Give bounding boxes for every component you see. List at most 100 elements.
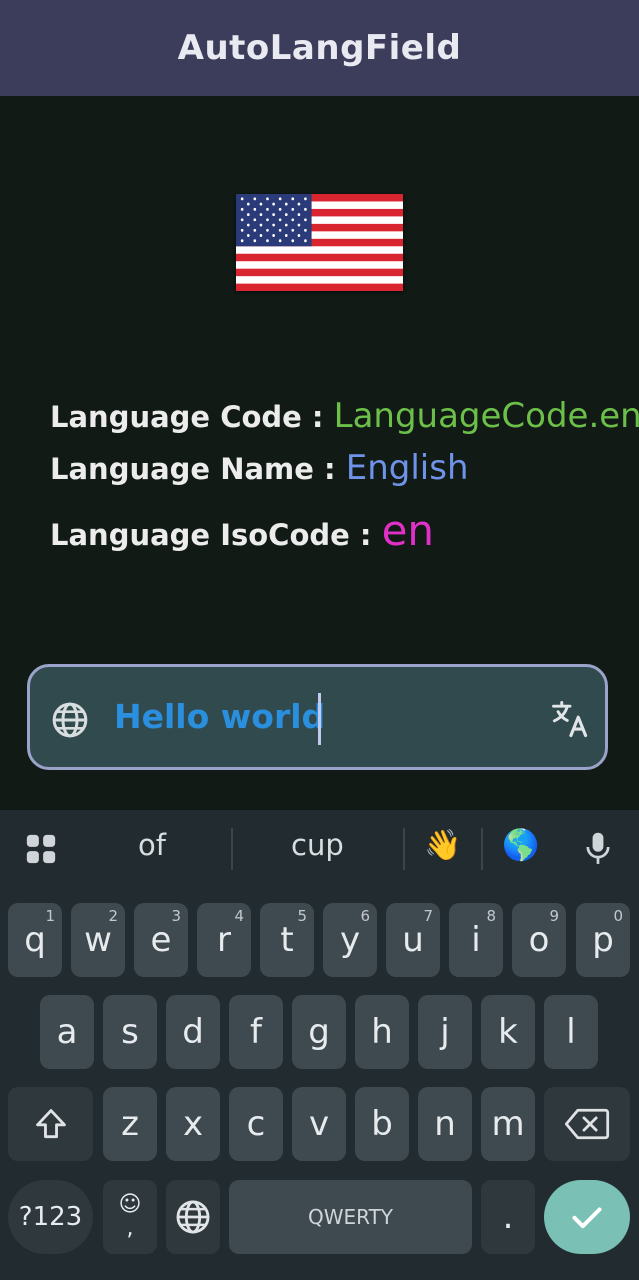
flag-star — [259, 234, 263, 237]
flag-star — [272, 202, 275, 206]
key-label: , — [126, 1216, 134, 1241]
key-x[interactable]: x — [166, 1087, 220, 1161]
key-label: o — [528, 920, 550, 960]
key-u[interactable]: u7 — [386, 903, 440, 977]
key-label: s — [121, 1012, 139, 1052]
key-t[interactable]: t5 — [260, 903, 314, 977]
key-j[interactable]: j — [418, 995, 472, 1069]
main-content: Language Code : LanguageCode.en Language… — [0, 96, 639, 810]
flag-star — [253, 218, 257, 222]
shift-icon — [35, 1109, 66, 1139]
flag-star — [278, 228, 282, 232]
space-key[interactable]: QWERTY — [229, 1180, 472, 1254]
key-label: g — [308, 1012, 330, 1052]
key-v[interactable]: v — [292, 1087, 346, 1161]
check-icon — [572, 1207, 602, 1229]
language-code-value: LanguageCode.en — [333, 396, 639, 436]
backspace-key[interactable] — [544, 1087, 630, 1161]
mic-icon[interactable] — [581, 830, 615, 868]
flag-star — [246, 213, 250, 217]
key-e[interactable]: e3 — [134, 903, 188, 977]
key-hint: 9 — [549, 907, 559, 925]
app-bar: AutoLangField — [0, 0, 639, 96]
language-switch-key[interactable] — [166, 1180, 220, 1254]
key-m[interactable]: m — [481, 1087, 535, 1161]
key-label: i — [471, 920, 481, 960]
period-key[interactable]: . — [481, 1180, 535, 1254]
suggestion-globe-emoji[interactable]: 🌎 — [502, 828, 539, 863]
suggestion-divider — [403, 828, 405, 870]
flag-star — [278, 207, 282, 211]
apps-grid-icon[interactable] — [24, 832, 58, 866]
flag-star — [272, 223, 275, 227]
flag-star — [284, 234, 288, 237]
flag-star — [266, 197, 269, 201]
key-p[interactable]: p0 — [576, 903, 630, 977]
key-hint: 3 — [171, 907, 181, 925]
key-label: u — [402, 920, 424, 960]
suggestion-cup[interactable]: cup — [291, 828, 344, 862]
flag-star — [259, 213, 263, 217]
key-a[interactable]: a — [40, 995, 94, 1069]
key-i[interactable]: i8 — [449, 903, 503, 977]
key-c[interactable]: c — [229, 1087, 283, 1161]
language-code-row: Language Code : LanguageCode.en — [50, 396, 639, 436]
key-y[interactable]: y6 — [323, 903, 377, 977]
flag-star — [259, 223, 263, 227]
key-b[interactable]: b — [355, 1087, 409, 1161]
key-n[interactable]: n — [418, 1087, 472, 1161]
suggestion-of[interactable]: of — [138, 828, 166, 862]
key-d[interactable]: d — [166, 995, 220, 1069]
key-label: k — [498, 1012, 518, 1052]
emoji-comma-key[interactable]: ☺, — [103, 1180, 157, 1254]
flag-star — [278, 239, 282, 243]
key-z[interactable]: z — [103, 1087, 157, 1161]
key-hint: 2 — [108, 907, 118, 925]
symbols-key[interactable]: ?123 — [8, 1180, 93, 1254]
flag-star — [291, 228, 295, 232]
key-h[interactable]: h — [355, 995, 409, 1069]
key-label: z — [121, 1104, 139, 1144]
suggestion-strip: of cup 👋 🌎 — [0, 810, 639, 890]
flag-star — [240, 228, 244, 232]
language-text-field[interactable]: Hello world — [27, 664, 608, 770]
flag-star — [291, 197, 295, 201]
key-hint: 8 — [486, 907, 496, 925]
key-hint: 0 — [613, 907, 623, 925]
translate-icon[interactable] — [548, 697, 592, 741]
globe-icon — [176, 1200, 210, 1234]
suggestion-divider — [231, 828, 233, 870]
flag-star — [240, 218, 244, 222]
key-f[interactable]: f — [229, 995, 283, 1069]
key-r[interactable]: r4 — [197, 903, 251, 977]
key-g[interactable]: g — [292, 995, 346, 1069]
key-label: h — [371, 1012, 393, 1052]
language-isocode-label: Language IsoCode : — [50, 518, 382, 552]
key-label: b — [371, 1104, 393, 1144]
key-s[interactable]: s — [103, 995, 157, 1069]
key-k[interactable]: k — [481, 995, 535, 1069]
flag-star — [240, 207, 244, 211]
flag-star — [284, 202, 288, 206]
key-hint: 5 — [297, 907, 307, 925]
key-l[interactable]: l — [544, 995, 598, 1069]
key-label: c — [246, 1104, 266, 1144]
input-value[interactable]: Hello world — [114, 697, 325, 736]
backspace-icon — [564, 1108, 610, 1140]
flag-star — [291, 239, 295, 243]
flag-star — [304, 218, 307, 222]
flag-star — [297, 223, 301, 227]
key-label: a — [56, 1012, 78, 1052]
key-w[interactable]: w2 — [71, 903, 125, 977]
enter-key[interactable] — [544, 1180, 630, 1254]
flag-star — [297, 234, 301, 237]
suggestion-waving-hand-emoji[interactable]: 👋 — [424, 828, 461, 863]
key-label: m — [491, 1104, 525, 1144]
key-o[interactable]: o9 — [512, 903, 566, 977]
key-hint: 1 — [45, 907, 55, 925]
key-q[interactable]: q1 — [8, 903, 62, 977]
flag-star — [253, 197, 257, 201]
flag-star — [253, 239, 257, 243]
shift-key[interactable] — [8, 1087, 93, 1161]
globe-icon — [52, 702, 88, 738]
